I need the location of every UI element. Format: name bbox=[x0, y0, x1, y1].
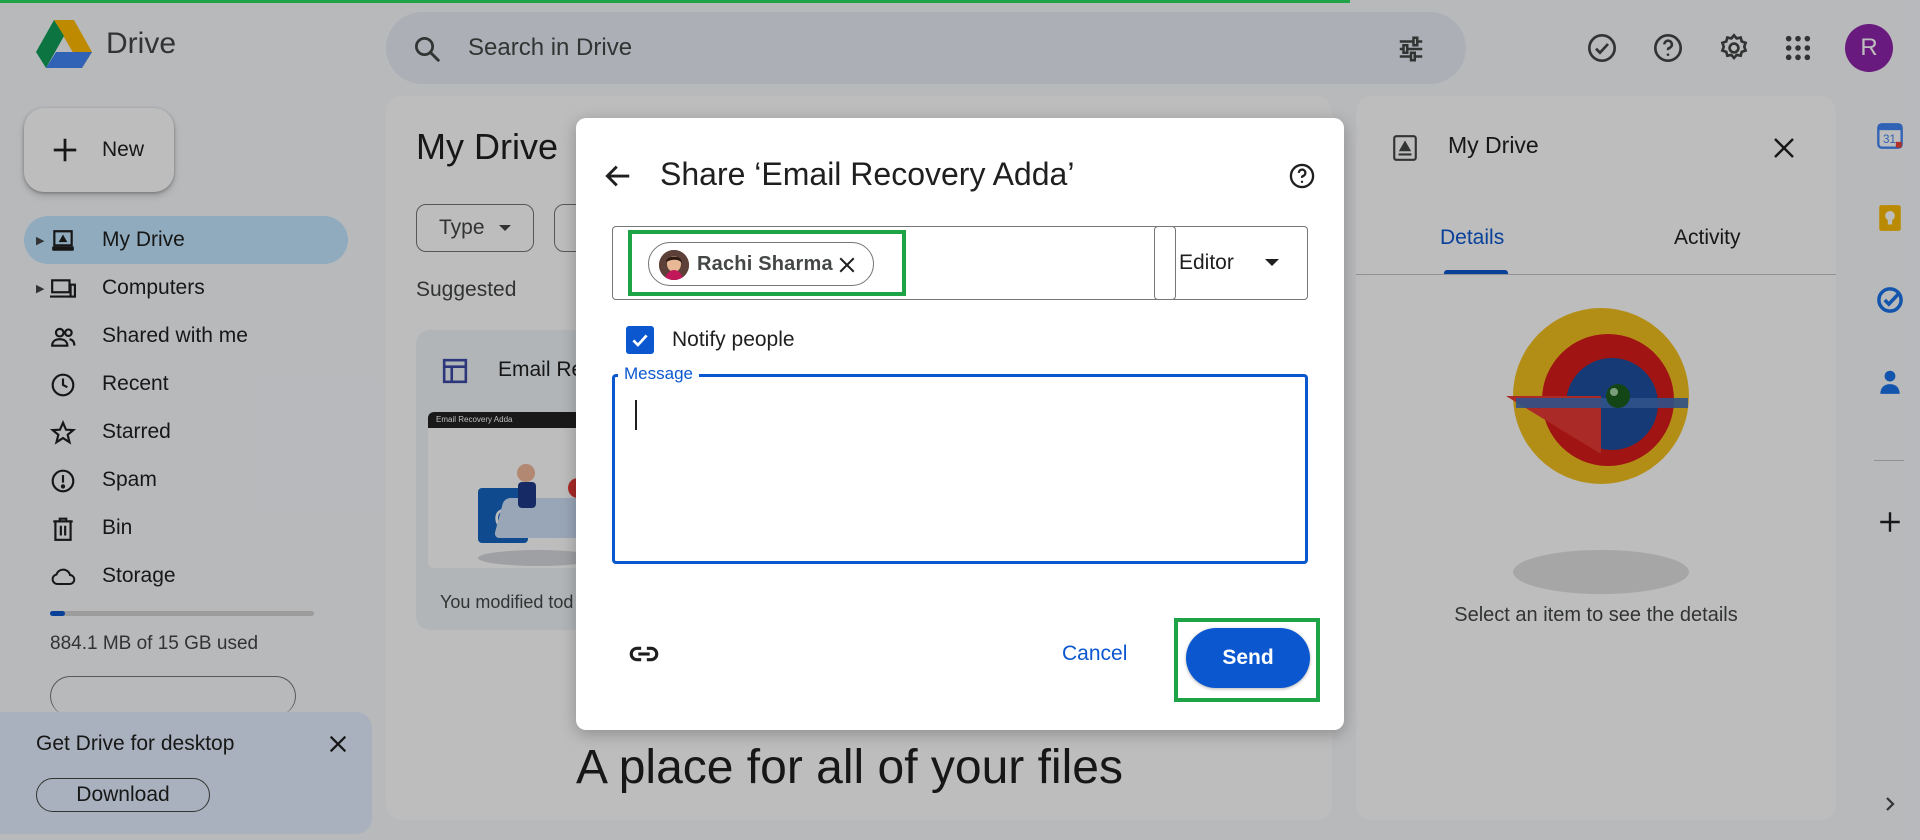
role-value: Editor bbox=[1179, 251, 1234, 274]
text-cursor bbox=[635, 400, 637, 430]
share-dialog: Share ‘Email Recovery Adda’ Rachi Sharma… bbox=[576, 118, 1344, 730]
message-field-label: Message bbox=[618, 364, 699, 384]
help-icon[interactable] bbox=[1286, 160, 1318, 192]
copy-link-icon[interactable] bbox=[624, 634, 664, 674]
send-button[interactable]: Send bbox=[1186, 628, 1310, 688]
recipient-chip[interactable]: Rachi Sharma bbox=[648, 242, 874, 286]
notify-people-checkbox[interactable] bbox=[626, 326, 654, 354]
recipient-avatar bbox=[659, 250, 689, 280]
back-arrow-icon[interactable] bbox=[600, 158, 636, 194]
dropdown-arrow-icon bbox=[1265, 259, 1279, 266]
role-dropdown[interactable]: Editor bbox=[1154, 226, 1308, 300]
notify-people-label[interactable]: Notify people bbox=[672, 328, 795, 352]
loading-progress-bar bbox=[0, 0, 1350, 3]
message-textarea[interactable] bbox=[612, 374, 1308, 564]
cancel-button[interactable]: Cancel bbox=[1062, 634, 1127, 674]
recipient-name: Rachi Sharma bbox=[697, 252, 833, 275]
checkmark-icon bbox=[632, 334, 648, 347]
dialog-title: Share ‘Email Recovery Adda’ bbox=[660, 156, 1075, 192]
remove-recipient-close-icon[interactable] bbox=[835, 253, 859, 277]
